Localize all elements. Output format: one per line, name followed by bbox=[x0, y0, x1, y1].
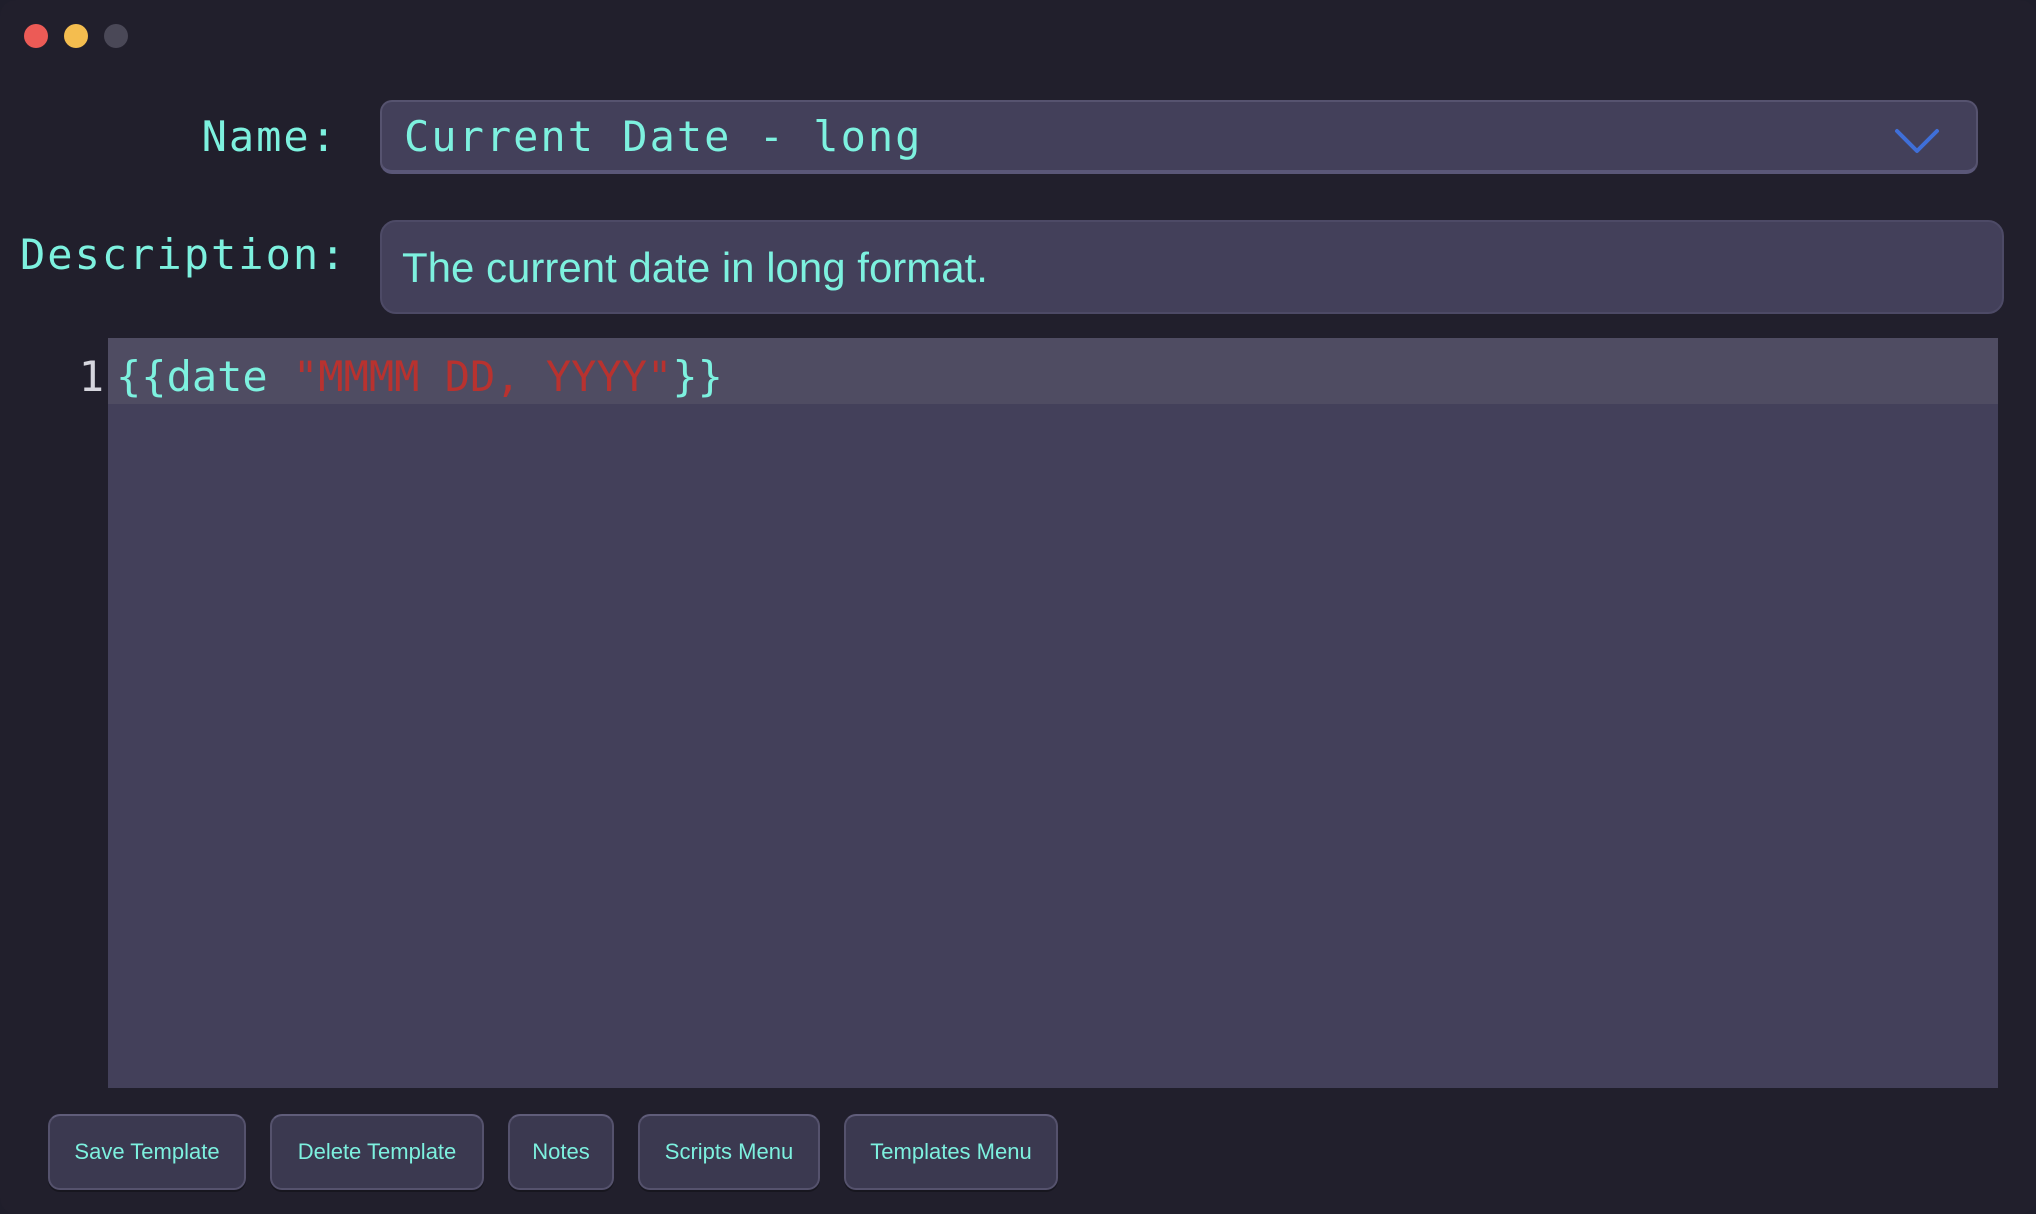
template-name-value: Current Date - long bbox=[404, 112, 923, 161]
template-name-dropdown[interactable]: Current Date - long bbox=[380, 100, 1978, 174]
window-controls bbox=[24, 24, 128, 48]
notes-button[interactable]: Notes bbox=[508, 1114, 614, 1190]
save-template-button[interactable]: Save Template bbox=[48, 1114, 246, 1190]
code-token-string: "MMMM DD, YYYY" bbox=[293, 352, 673, 401]
description-label: Description: bbox=[20, 230, 348, 279]
templates-menu-button[interactable]: Templates Menu bbox=[844, 1114, 1058, 1190]
zoom-window-button[interactable] bbox=[104, 24, 128, 48]
code-token-tag: {{date bbox=[116, 352, 294, 401]
minimize-window-button[interactable] bbox=[64, 24, 88, 48]
code-line[interactable]: {{date "MMMM DD, YYYY"}} bbox=[116, 352, 723, 401]
name-label: Name: bbox=[201, 112, 338, 161]
bottom-toolbar: Save Template Delete Template Notes Scri… bbox=[48, 1114, 1058, 1190]
description-field[interactable]: The current date in long format. bbox=[380, 220, 2004, 314]
close-window-button[interactable] bbox=[24, 24, 48, 48]
line-number: 1 bbox=[78, 352, 104, 401]
code-token-close: }} bbox=[672, 352, 723, 401]
chevron-down-icon[interactable] bbox=[1894, 128, 1940, 154]
delete-template-button[interactable]: Delete Template bbox=[270, 1114, 484, 1190]
scripts-menu-button[interactable]: Scripts Menu bbox=[638, 1114, 820, 1190]
code-editor[interactable] bbox=[108, 338, 1998, 1088]
template-editor-window: Name: Current Date - long Description: T… bbox=[0, 0, 2036, 1214]
description-value: The current date in long format. bbox=[402, 244, 988, 291]
